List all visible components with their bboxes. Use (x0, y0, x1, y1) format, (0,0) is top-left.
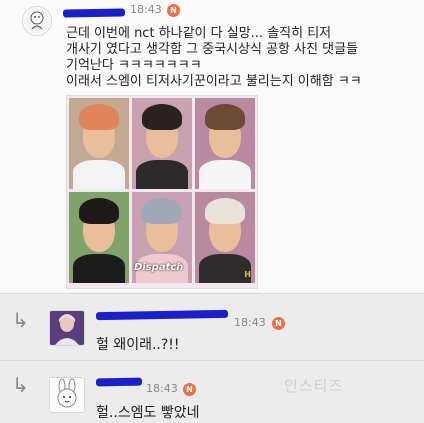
reply-comment: ↳ 18:43 N 헐 왜이래..?!! (0, 293, 424, 360)
comment-line-2: 개사기 였다고 생각함 그 중국시상식 공항 사진 댓글들 (66, 42, 359, 57)
portrait-4 (69, 192, 129, 283)
reply-avatar[interactable] (49, 377, 85, 413)
reply-text: 헐 왜이래..?!! (96, 337, 180, 353)
portrait-1 (69, 98, 129, 189)
site-watermark: 인스티즈 (284, 377, 344, 395)
main-comment: 18:43 N 근데 이번에 nct 하나같이 다 실망... 솔직히 티저 개… (0, 0, 424, 292)
reply-timestamp: 18:43 (146, 382, 178, 395)
redacted-username (95, 377, 143, 387)
dispatch-watermark: Dispatch (134, 262, 184, 273)
comment-line-3: 기억난다 ㅋㅋㅋㅋㅋㅋㅋ (66, 58, 202, 73)
redacted-username (95, 309, 229, 321)
comment-timestamp: 18:43 (130, 3, 162, 16)
portrait-6: H (195, 192, 255, 283)
new-badge: N (183, 383, 196, 396)
reply-arrow-icon: ↳ (12, 373, 29, 397)
cartoon-avatar-icon (24, 8, 50, 34)
new-badge: N (167, 4, 180, 17)
portrait-5: Dispatch (132, 192, 192, 283)
profile-photo-icon (50, 311, 84, 345)
portrait-3 (195, 98, 255, 189)
reply-text: 헐..스엠도 빻았네 (96, 405, 200, 421)
reply-avatar[interactable] (49, 310, 85, 346)
comment-line-1: 근데 이번에 nct 하나같이 다 실망... 솔직히 티저 (66, 26, 332, 41)
reply-timestamp: 18:43 (234, 316, 266, 329)
bunny-avatar-icon (50, 378, 84, 412)
user-avatar[interactable] (22, 6, 52, 36)
redacted-username (62, 8, 126, 18)
corner-logo: H (244, 270, 251, 279)
portrait-2 (132, 98, 192, 189)
new-badge: N (272, 317, 285, 330)
reply-comment: ↳ 18:43 N 헐..스엠도 빻았네 (0, 360, 424, 423)
comment-line-4: 이래서 스엠이 티저사기꾼이라고 불리는지 이해함 ㅋㅋ (66, 74, 362, 89)
reply-arrow-icon: ↳ (12, 308, 29, 332)
attached-photo[interactable]: Dispatch H (66, 95, 258, 289)
